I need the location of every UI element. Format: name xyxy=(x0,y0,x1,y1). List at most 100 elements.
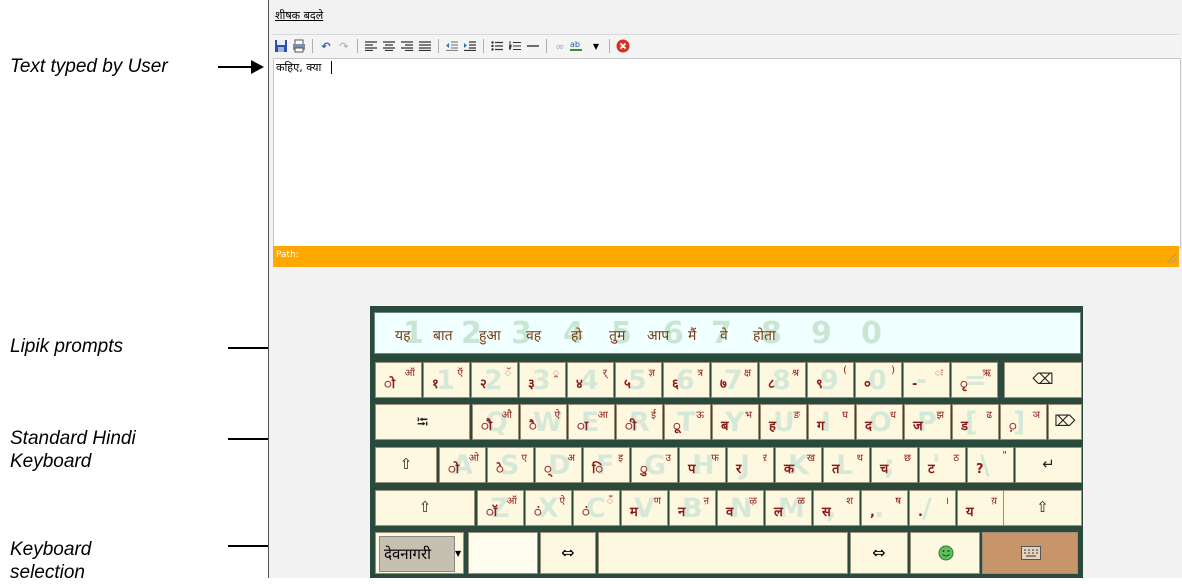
key-shift-char: थ xyxy=(856,453,863,464)
character-key[interactable]: ., ष xyxy=(861,490,908,526)
justify-icon[interactable] xyxy=(417,38,433,54)
align-right-icon[interactable] xyxy=(399,38,415,54)
keyboard-layout-select[interactable]: देवनागरी ▼ xyxy=(375,532,464,574)
character-key[interactable]: 3 ३्र xyxy=(519,362,566,398)
character-key[interactable]: Mलळ xyxy=(765,490,812,526)
bullet-list-icon[interactable] xyxy=(489,38,505,54)
outdent-icon[interactable] xyxy=(444,38,460,54)
character-key[interactable]: Sे ए xyxy=(487,447,534,483)
tab-key[interactable]: ⭾ xyxy=(375,404,470,440)
character-key[interactable]: ,सश xyxy=(813,490,860,526)
character-key[interactable]: Aो ओ xyxy=(439,447,486,483)
character-key[interactable]: D् अ xyxy=(535,447,582,483)
lipik-prompt-word[interactable]: हो xyxy=(571,326,582,345)
character-key[interactable]: Pजझ xyxy=(904,404,951,440)
character-key[interactable]: - -ः xyxy=(903,362,950,398)
character-key[interactable]: 4 ४ र् xyxy=(567,362,614,398)
link-icon[interactable]: ∞ xyxy=(552,38,568,54)
character-key[interactable]: Eा आ xyxy=(568,404,615,440)
character-key[interactable]: [ड ढ xyxy=(952,404,999,440)
character-key[interactable]: Tू ऊ xyxy=(664,404,711,440)
swap-left-key[interactable]: ⇔ xyxy=(540,532,596,574)
print-icon[interactable] xyxy=(291,38,307,54)
character-key[interactable]: 2 २ॅ xyxy=(471,362,518,398)
character-key[interactable]: Uह ङ xyxy=(760,404,807,440)
character-key[interactable]: Vमण xyxy=(621,490,668,526)
keyboard-blank-key[interactable] xyxy=(468,532,538,574)
character-key[interactable]: Oद ध xyxy=(856,404,903,440)
character-key[interactable]: Qौ औ xyxy=(472,404,519,440)
lipik-prompt-word[interactable]: वह xyxy=(526,326,541,345)
character-key[interactable]: 0 ०) xyxy=(855,362,902,398)
capslock-key[interactable]: ⇧ xyxy=(375,447,437,483)
character-key[interactable]: Nवऴ xyxy=(717,490,764,526)
swap-right-key[interactable]: ⇔ xyxy=(850,532,908,574)
character-key[interactable]: /. । xyxy=(909,490,956,526)
character-key[interactable]: Cंँ xyxy=(573,490,620,526)
lipik-prompt-word[interactable]: वे xyxy=(720,326,728,345)
backspace-key[interactable]: ⌫ xyxy=(1004,362,1082,398)
key-shift-char: छ xyxy=(903,453,911,464)
character-key[interactable]: 7 ७ क्ष xyxy=(711,362,758,398)
dropdown-arrow-icon[interactable]: ▼ xyxy=(588,38,604,54)
character-key[interactable]: Rी ई xyxy=(616,404,663,440)
character-key[interactable]: Fि इ xyxy=(583,447,630,483)
character-key[interactable]: Yबभ xyxy=(712,404,759,440)
align-left-icon[interactable] xyxy=(363,38,379,54)
lipik-prompt-word[interactable]: मैं xyxy=(688,326,696,345)
character-key[interactable]: ो ऑ xyxy=(375,362,422,398)
change-title-link[interactable]: शीषक बदले xyxy=(275,8,323,23)
shift-left-key[interactable]: ⇧ xyxy=(375,490,475,526)
key-main-char: ़ xyxy=(1009,419,1017,434)
smiley-key[interactable] xyxy=(910,532,980,574)
character-key[interactable]: 9 ९ ( xyxy=(807,362,854,398)
shift-right-key[interactable]: ⇧ xyxy=(1003,490,1082,526)
character-key[interactable]: Hपफ xyxy=(679,447,726,483)
align-center-icon[interactable] xyxy=(381,38,397,54)
spellcheck-icon[interactable]: ab xyxy=(570,38,586,54)
lipik-prompt-word[interactable]: तुम xyxy=(609,326,625,345)
redo-icon[interactable]: ↷ xyxy=(336,38,352,54)
character-key[interactable]: ]़ ञ xyxy=(1000,404,1047,440)
undo-icon[interactable]: ↶ xyxy=(318,38,334,54)
delete-key[interactable]: ⌦ xyxy=(1048,404,1082,440)
key-main-char: र xyxy=(736,462,742,477)
character-key[interactable]: ; च छ xyxy=(871,447,918,483)
key-main-char: ४ xyxy=(576,377,583,392)
character-key[interactable]: 5 ५ ज्ञ xyxy=(615,362,662,398)
character-key[interactable]: ' ट ठ xyxy=(919,447,966,483)
character-key[interactable]: \? " xyxy=(967,447,1014,483)
horizontal-rule-icon[interactable] xyxy=(525,38,541,54)
indent-icon[interactable] xyxy=(462,38,478,54)
annotation-keyboard-selection-1: Keyboard xyxy=(10,539,92,560)
lipik-prompt-word[interactable]: बात xyxy=(433,326,453,345)
character-key[interactable]: य य़ xyxy=(957,490,1004,526)
close-icon[interactable] xyxy=(615,38,631,54)
lipik-prompt-word[interactable]: यह xyxy=(395,326,411,345)
key-main-char: ू xyxy=(673,419,681,434)
character-key[interactable]: 8 ८ श्र xyxy=(759,362,806,398)
character-key[interactable]: Xं ऐ xyxy=(525,490,572,526)
character-key[interactable]: Wै ऐ xyxy=(520,404,567,440)
resize-grip-icon[interactable] xyxy=(1167,253,1177,263)
character-key[interactable]: Gु उ xyxy=(631,447,678,483)
character-key[interactable]: 1१ ऍ xyxy=(423,362,470,398)
character-key[interactable]: Bनऩ xyxy=(669,490,716,526)
character-key[interactable]: Iगघ xyxy=(808,404,855,440)
lipik-prompt-word[interactable]: होता xyxy=(753,326,776,345)
numbered-list-icon[interactable] xyxy=(507,38,523,54)
character-key[interactable]: Kकख xyxy=(775,447,822,483)
character-key[interactable]: Lतथ xyxy=(823,447,870,483)
character-key[interactable]: =ृ ऋ xyxy=(951,362,998,398)
lipik-prompt-word[interactable]: आप xyxy=(647,326,669,345)
key-shift-char: ठ xyxy=(953,453,959,464)
keyboard-toggle-key[interactable] xyxy=(982,532,1078,574)
character-key[interactable]: Jर ऱ xyxy=(727,447,774,483)
character-key[interactable]: 6 ६ त्र xyxy=(663,362,710,398)
character-key[interactable]: Zॉ ऑ xyxy=(477,490,524,526)
editor-content-area[interactable]: कहिए, क्या xyxy=(273,58,1181,248)
lipik-prompt-word[interactable]: हुआ xyxy=(479,326,501,345)
enter-key[interactable]: ↵ xyxy=(1015,447,1082,483)
save-icon[interactable] xyxy=(273,38,289,54)
space-bar[interactable] xyxy=(598,532,848,574)
